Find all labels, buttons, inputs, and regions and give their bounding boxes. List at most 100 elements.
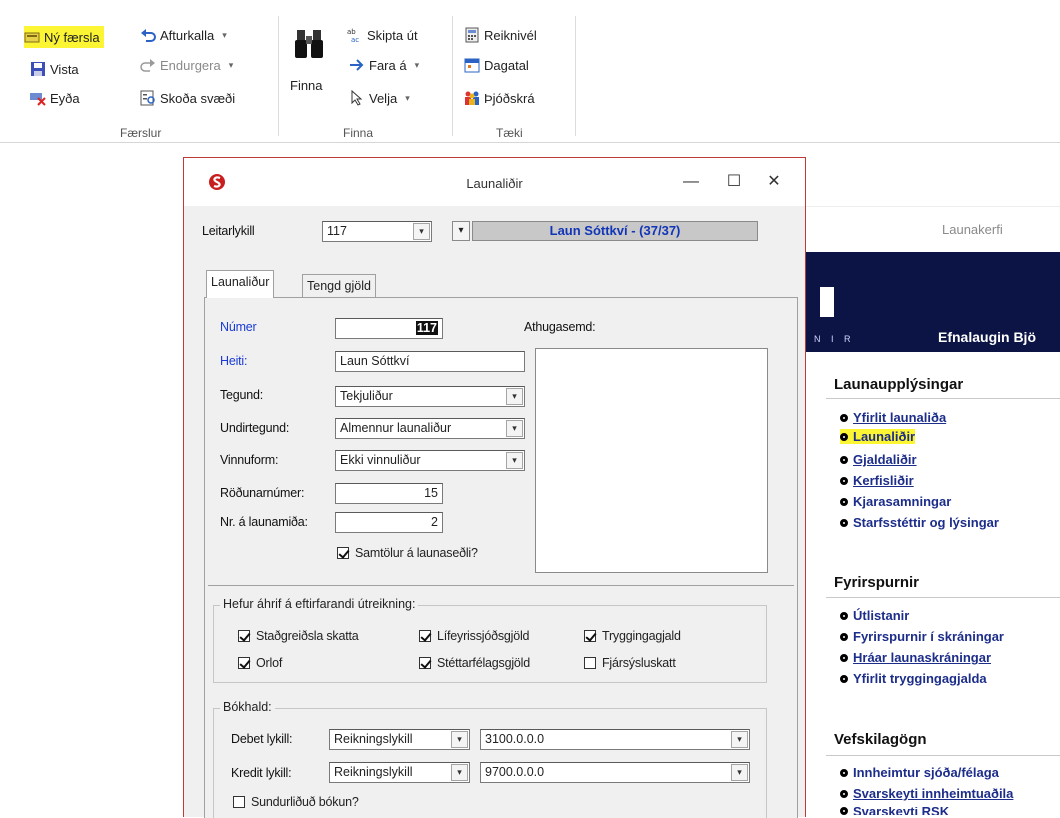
bullet-icon (840, 789, 848, 798)
comment-textarea[interactable] (535, 348, 768, 573)
svg-text:ab: ab (347, 28, 356, 36)
select-dropdown-icon[interactable]: ▾ (405, 93, 410, 104)
work-form-select[interactable]: Ekki vinnuliður ▾ (335, 450, 525, 471)
credit-type-value: Reikningslykill (334, 765, 413, 779)
checkbox-checked-icon (337, 547, 349, 559)
save-button[interactable]: Vista (30, 58, 79, 80)
group-label-taeki: Tæki (496, 126, 523, 140)
delete-button[interactable]: Eyða (30, 87, 80, 109)
goto-dropdown-icon[interactable]: ▾ (415, 60, 420, 71)
nav-link-hraar-launaskraningar[interactable]: Hráar launaskráningar (840, 650, 991, 665)
nav-link-kerfislidir[interactable]: Kerfisliðir (840, 473, 914, 488)
group-separator (575, 16, 576, 136)
lookup-button[interactable]: ▾ (452, 221, 470, 241)
calendar-button[interactable]: Dagatal (464, 54, 529, 76)
itemized-posting-label: Sundurliðuð bókun? (251, 795, 359, 809)
nav-link-yfirlit-launalida[interactable]: Yfirlit launaliða (840, 410, 946, 425)
credit-type-select[interactable]: Reikningslykill ▾ (329, 762, 470, 783)
app-header-title: Launakerfi (942, 222, 1003, 237)
nav-link-kjarasamningar[interactable]: Kjarasamningar (840, 494, 951, 509)
itemized-posting-checkbox[interactable]: Sundurliðuð bókun? (233, 795, 359, 809)
list-icon: ▾ (458, 225, 464, 236)
section-title-vefskilagogn: Vefskilagögn (834, 731, 927, 748)
chevron-down-icon[interactable]: ▾ (506, 420, 523, 437)
nav-link-utlistanir[interactable]: Útlistanir (840, 608, 909, 623)
replace-label: Skipta út (367, 27, 418, 43)
insurance-levy-checkbox[interactable]: Tryggingagjald (584, 629, 681, 643)
bullet-icon (840, 497, 848, 506)
nav-link-yfirlit-tryggingagjalda[interactable]: Yfirlit tryggingagjalda (840, 671, 987, 686)
debit-type-select[interactable]: Reikningslykill ▾ (329, 729, 470, 750)
bullet-icon (840, 476, 848, 485)
minimize-icon[interactable]: — (679, 170, 703, 194)
goto-button[interactable]: Fara á ▾ (349, 54, 419, 76)
bullet-icon (840, 674, 848, 683)
chevron-down-icon[interactable]: ▾ (731, 764, 748, 781)
debit-account-select[interactable]: 3100.0.0.0 ▾ (480, 729, 750, 750)
union-fees-checkbox[interactable]: Stéttarfélagsgjöld (419, 656, 530, 670)
vacation-label: Orlof (256, 656, 283, 670)
type-select[interactable]: Tekjuliður ▾ (335, 386, 525, 407)
nav-link-gjaldalidir[interactable]: Gjaldaliðir (840, 452, 917, 467)
chevron-down-icon[interactable]: ▾ (413, 223, 430, 240)
undo-button[interactable]: Afturkalla ▾ (140, 24, 227, 46)
number-value: 117 (415, 321, 438, 335)
chevron-down-icon[interactable]: ▾ (506, 388, 523, 405)
chevron-down-icon[interactable]: ▾ (731, 731, 748, 748)
withholding-tax-checkbox[interactable]: Staðgreiðsla skatta (238, 629, 359, 643)
view-area-label: Skoða svæði (160, 90, 236, 106)
vacation-checkbox[interactable]: Orlof (238, 656, 282, 670)
bullet-icon (840, 518, 848, 527)
nav-link-fyrirspurnir-skraningar[interactable]: Fyrirspurnir í skráningar (840, 629, 1004, 644)
redo-dropdown-icon[interactable]: ▾ (229, 60, 234, 71)
new-entry-button[interactable]: Ný færsla (24, 26, 104, 48)
bullet-icon (840, 413, 848, 422)
section-title-fyrirspurnir: Fyrirspurnir (834, 574, 920, 591)
credit-account-select[interactable]: 9700.0.0.0 ▾ (480, 762, 750, 783)
nav-link-svarskeyti-rsk[interactable]: Svarskeyti RSK (840, 807, 949, 815)
nav-link-launalidir[interactable]: Launaliðir (840, 429, 916, 444)
subtype-value: Almennur launaliður (340, 421, 452, 435)
find-button[interactable]: Finna (290, 74, 323, 96)
name-value: Laun Sóttkví (340, 354, 410, 368)
maximize-icon[interactable]: ☐ (722, 170, 746, 194)
subtype-select[interactable]: Almennur launaliður ▾ (335, 418, 525, 439)
debit-type-value: Reikningslykill (334, 732, 413, 746)
bullet-icon (840, 455, 848, 464)
redo-button[interactable]: Endurgera ▾ (140, 54, 233, 76)
payslip-totals-checkbox[interactable]: Samtölur á launaseðli? (337, 546, 478, 560)
chevron-down-icon[interactable]: ▾ (451, 731, 468, 748)
group-separator (452, 16, 453, 136)
credit-account-label: Kredit lykill: (231, 766, 292, 780)
financial-tax-checkbox[interactable]: Fjársýsluskatt (584, 656, 676, 670)
payslip-number-field[interactable]: 2 (335, 512, 443, 533)
replace-button[interactable]: ab ac Skipta út (347, 24, 418, 46)
chevron-down-icon[interactable]: ▾ (506, 452, 523, 469)
search-key-combobox[interactable]: 117 ▾ (322, 221, 432, 242)
nav-link-svarskeyti-innheimtuadila[interactable]: Svarskeyti innheimtuaðila (840, 786, 1013, 801)
binoculars-icon[interactable] (294, 28, 324, 60)
view-area-button[interactable]: Skoða svæði (140, 87, 235, 109)
name-field[interactable]: Laun Sóttkví (335, 351, 525, 372)
nav-link-innheimtur[interactable]: Innheimtur sjóða/félaga (840, 765, 999, 780)
pension-fund-checkbox[interactable]: Lífeyrissjóðsgjöld (419, 629, 529, 643)
divider (208, 585, 794, 586)
select-button[interactable]: Velja ▾ (349, 87, 410, 109)
close-icon[interactable]: ✕ (762, 170, 786, 194)
bullet-icon (840, 432, 848, 441)
calculator-label: Reiknivél (484, 27, 537, 43)
section-divider (826, 755, 1060, 756)
chevron-down-icon[interactable]: ▾ (451, 764, 468, 781)
calculator-button[interactable]: Reiknivél (464, 24, 537, 46)
undo-dropdown-icon[interactable]: ▾ (222, 30, 227, 41)
number-field[interactable]: 117 (335, 318, 443, 339)
nav-link-starfsstettir[interactable]: Starfsstéttir og lýsingar (840, 515, 999, 530)
goto-label: Fara á (369, 57, 407, 73)
checkbox-checked-icon (419, 657, 431, 669)
national-registry-button[interactable]: Þjóðskrá (464, 87, 535, 109)
sort-number-field[interactable]: 15 (335, 483, 443, 504)
tab-launalidur[interactable]: Launaliður (206, 270, 275, 298)
redo-icon (140, 57, 156, 73)
checkbox-checked-icon (238, 657, 250, 669)
tab-tengd-gjold[interactable]: Tengd gjöld (302, 274, 376, 298)
